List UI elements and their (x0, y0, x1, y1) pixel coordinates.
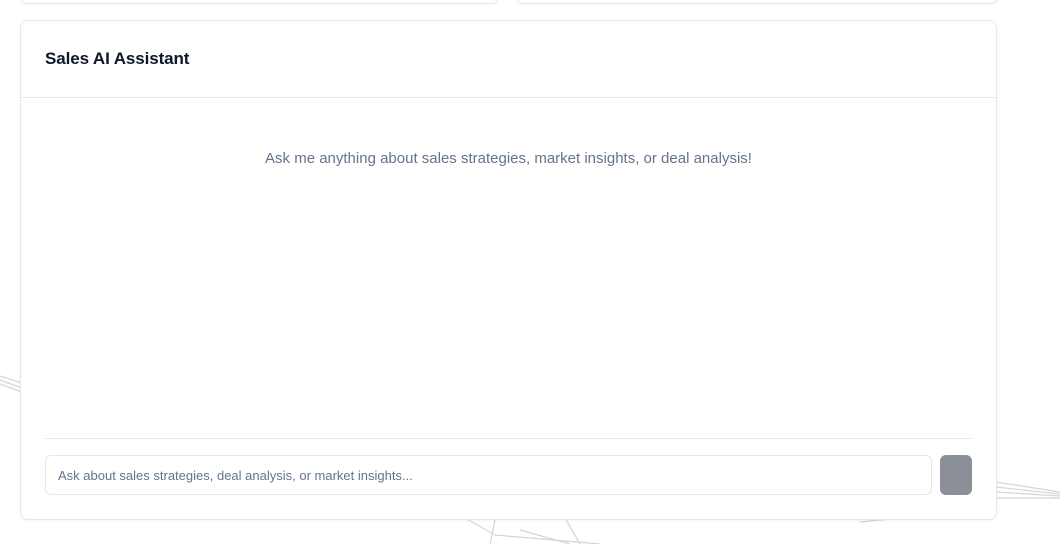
send-button[interactable] (940, 455, 972, 495)
top-card-right (516, 0, 998, 4)
sales-ai-assistant-card: Sales AI Assistant Ask me anything about… (20, 20, 997, 520)
chat-input[interactable] (45, 455, 932, 495)
empty-state-message: Ask me anything about sales strategies, … (265, 150, 752, 167)
chat-input-row (45, 455, 972, 495)
card-header: Sales AI Assistant (21, 21, 996, 98)
chat-messages-area[interactable]: Ask me anything about sales strategies, … (45, 98, 972, 439)
top-card-left (20, 0, 499, 4)
card-title: Sales AI Assistant (45, 49, 190, 68)
